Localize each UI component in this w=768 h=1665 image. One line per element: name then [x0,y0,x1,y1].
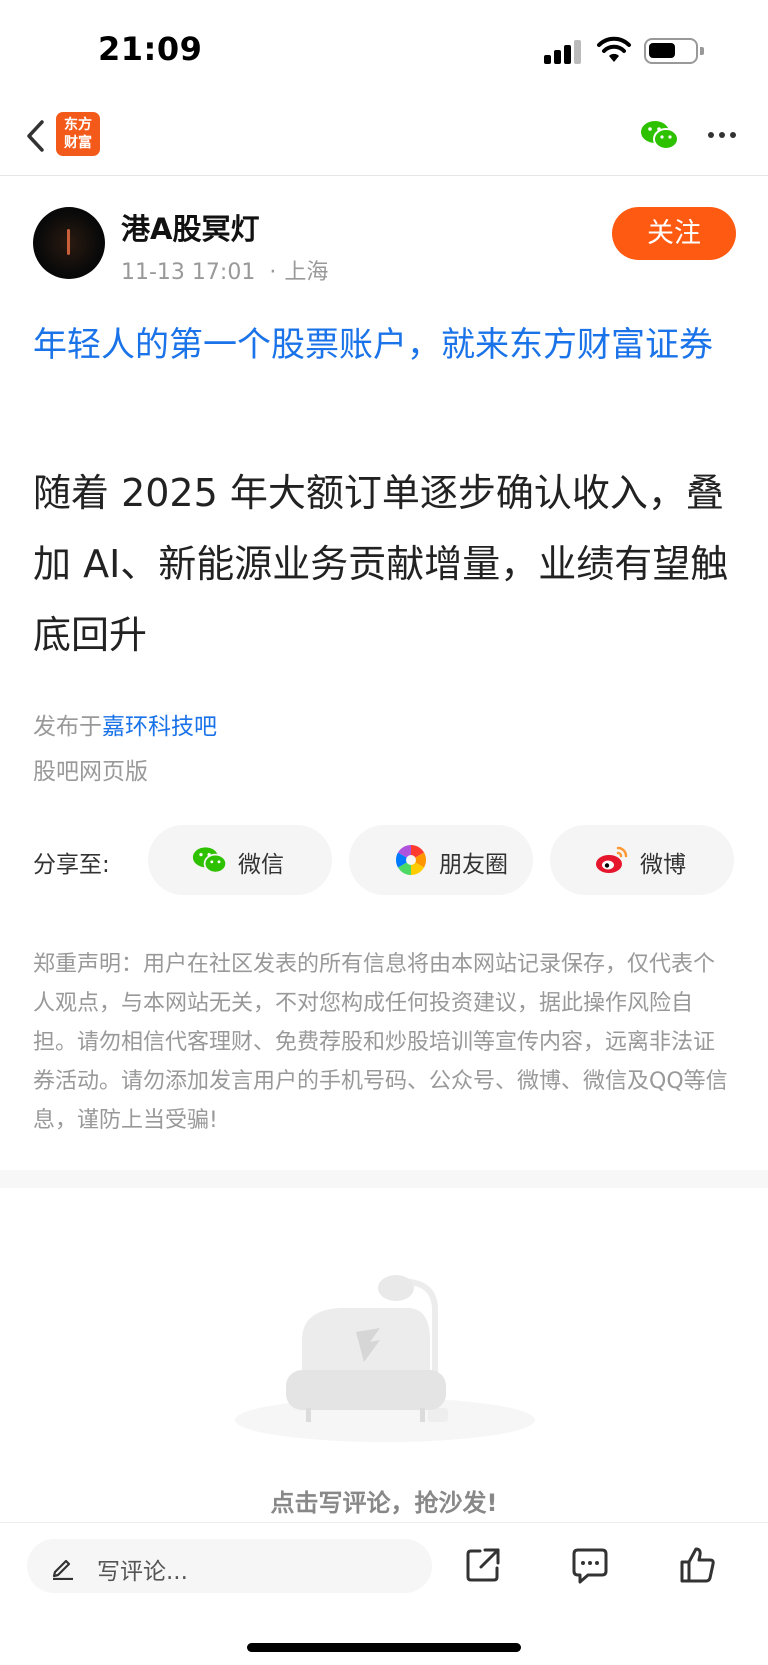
bar-link[interactable]: 嘉环科技吧 [102,714,217,740]
author-name[interactable]: 港A股冥灯 [121,206,259,248]
logo-line-2: 财富 [64,135,92,151]
wechat-icon [192,847,228,874]
comment-placeholder: 写评论... [97,1559,188,1585]
status-bar: 21:09 [0,0,768,100]
post-content: 随着 2025 年大额订单逐步确认收入，叠加 AI、新能源业务贡献增量，业绩有望… [33,471,729,657]
post-location: 上海 [284,260,329,285]
weibo-icon [596,846,628,873]
follow-button[interactable]: 关注 [612,207,736,260]
pen-icon [52,1559,73,1580]
comment-icon[interactable] [570,1545,610,1585]
home-indicator [247,1643,521,1652]
published-prefix: 发布于 [33,714,102,740]
share-icon[interactable] [463,1545,503,1585]
avatar[interactable] [33,207,105,279]
share-weibo-label: 微博 [640,852,686,878]
disclaimer: 郑重声明：用户在社区发表的所有信息将由本网站记录保存，仅代表个人观点，与本网站无… [33,952,728,1133]
battery-icon [644,38,704,64]
logo-line-1: 东方 [64,117,92,133]
share-moments-button[interactable]: 朋友圈 [349,825,533,895]
signal-icon [544,40,584,64]
published-in: 发布于嘉环科技吧 [33,707,217,741]
post-meta: 11-13 17:01 · 上海 [121,260,329,285]
back-icon[interactable] [22,114,52,158]
empty-comments-text[interactable]: 点击写评论，抢沙发! [0,1483,768,1518]
comment-input[interactable]: 写评论... [27,1539,432,1593]
post-date: 11-13 17:01 [121,260,256,285]
like-icon[interactable] [677,1545,717,1585]
share-wechat-button[interactable]: 微信 [148,825,332,895]
empty-comments-illustration [235,1275,535,1442]
section-divider [0,1170,768,1188]
wechat-icon[interactable] [640,118,680,152]
wifi-icon [597,36,631,62]
eastmoney-logo[interactable]: 东方 财富 [56,112,100,156]
status-time: 21:09 [98,30,203,68]
moments-icon [395,845,427,875]
bottom-bar: 写评论... [0,1522,768,1665]
share-label: 分享至: [33,852,110,878]
share-wechat-label: 微信 [238,852,284,878]
more-icon[interactable] [708,130,738,140]
share-weibo-button[interactable]: 微博 [550,825,734,895]
share-moments-label: 朋友圈 [439,852,508,878]
web-version-label: 股吧网页版 [33,759,148,785]
nav-bar: 东方 财富 [0,100,768,176]
promo-link[interactable]: 年轻人的第一个股票账户，就来东方财富证券 [33,318,739,372]
